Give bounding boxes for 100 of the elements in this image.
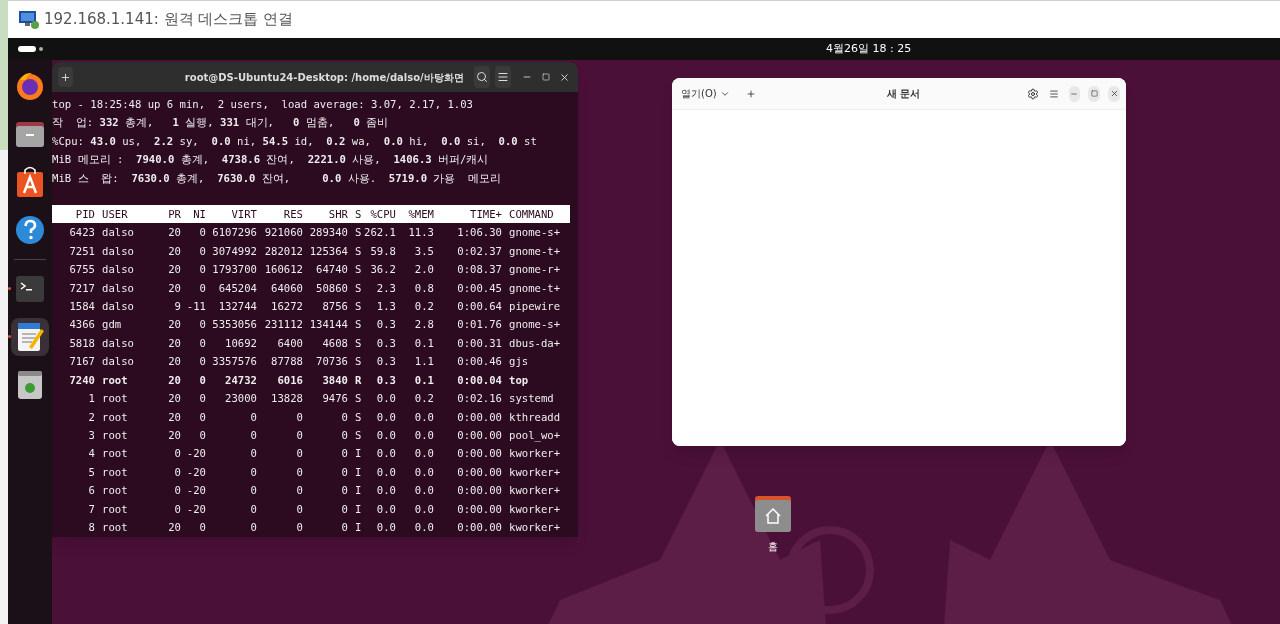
- table-cell-text: 70736: [315, 354, 349, 370]
- menu-icon: [1048, 88, 1059, 99]
- table-cell-text: 0.3: [375, 317, 397, 333]
- table-cell-text: 11.3: [407, 225, 435, 241]
- document-title: 새 문서: [886, 87, 920, 101]
- column-header: %MEM: [407, 207, 435, 223]
- table-cell-text: 282012: [263, 243, 304, 259]
- table-cell-text: 0:00.00: [456, 519, 503, 535]
- table-cell-text: 36.2: [369, 262, 397, 278]
- table-cell-text: -20: [185, 501, 207, 517]
- table-cell-text: 0: [198, 225, 207, 241]
- workspace-indicator[interactable]: [18, 46, 36, 52]
- table-cell-text: 20: [167, 335, 182, 351]
- table-cell-text: 87788: [270, 354, 304, 370]
- table-cell-text: S: [354, 280, 363, 296]
- table-cell-text: 4366: [68, 317, 96, 333]
- column-header: PR: [167, 207, 182, 223]
- table-cell-text: 20: [167, 409, 182, 425]
- menu-button[interactable]: [495, 66, 512, 88]
- table-cell-text: dbus-da+: [508, 335, 562, 351]
- table-cell-text: 0.0: [375, 483, 397, 499]
- table-cell-text: 262.1: [363, 225, 397, 241]
- table-cell-text: 0: [198, 391, 207, 407]
- table-cell-text: 9476: [321, 391, 349, 407]
- table-cell-text: 2.8: [413, 317, 435, 333]
- browser-icon: [14, 70, 46, 102]
- table-cell-text: 1.1: [413, 354, 435, 370]
- running-indicator: [8, 287, 11, 290]
- table-cell-text: root: [101, 519, 129, 535]
- table-cell-text: gjs: [508, 354, 530, 370]
- table-cell-text: 0: [295, 409, 304, 425]
- table-cell-text: pipewire: [508, 299, 562, 315]
- table-cell-text: 0: [249, 409, 258, 425]
- table-cell-text: 0.0: [375, 519, 397, 535]
- table-cell-text: root: [101, 501, 129, 517]
- table-cell-text: 921060: [263, 225, 304, 241]
- table-cell-text: 20: [167, 391, 182, 407]
- table-cell-text: dalso: [101, 354, 135, 370]
- table-cell-text: 0.0: [413, 446, 435, 462]
- table-cell-text: 20: [167, 243, 182, 259]
- table-cell-text: root: [101, 483, 129, 499]
- table-cell-text: 0: [340, 464, 349, 480]
- terminal-summary-line: MiB 메모리 : 7940.0 총계, 4738.6 잔여, 2221.0 사용, 1406.3 버퍼/캐시: [52, 152, 489, 168]
- dock-item[interactable]: [11, 318, 49, 356]
- table-cell-text: 0: [173, 446, 182, 462]
- table-cell-text: 0: [173, 501, 182, 517]
- terminal-summary-line: %Cpu: 43.0 us, 2.2 sy, 0.0 ni, 54.5 id, 0.2 wa, 0.0 hi, 0.0 si, 0.0 st: [52, 133, 537, 149]
- table-cell-text: 6423: [68, 225, 96, 241]
- running-indicator: [8, 335, 11, 338]
- table-cell-text: 16272: [270, 299, 304, 315]
- table-cell-text: 5: [87, 464, 96, 480]
- table-cell-text: 0: [340, 409, 349, 425]
- column-header: TIME+: [469, 207, 503, 223]
- trash-icon: [17, 370, 43, 400]
- table-cell-text: kworker+: [508, 501, 562, 517]
- maximize-icon: [1090, 90, 1098, 97]
- table-cell-text: 0.0: [413, 427, 435, 443]
- table-cell-text: 0: [249, 519, 258, 535]
- table-cell-text: gnome-s+: [508, 225, 562, 241]
- table-cell-text: 6: [87, 483, 96, 499]
- table-cell-text: S: [354, 317, 363, 333]
- table-cell-text: -20: [185, 446, 207, 462]
- table-cell-text: 0.0: [375, 446, 397, 462]
- table-cell-text: dalso: [101, 225, 135, 241]
- table-cell-text: 4608: [321, 335, 349, 351]
- table-cell-text: 0.0: [413, 519, 435, 535]
- table-cell-text: gnome-t+: [508, 280, 562, 296]
- table-cell-text: 0.3: [375, 335, 397, 351]
- table-cell-text: 0.0: [413, 483, 435, 499]
- window-title: 192.168.1.141: 원격 데스크톱 연결: [44, 9, 294, 31]
- table-cell-text: I: [354, 446, 363, 462]
- table-cell-text: 0.2: [413, 391, 435, 407]
- table-cell-text: dalso: [101, 280, 135, 296]
- table-cell-text: gnome-t+: [508, 243, 562, 259]
- table-cell-text: 1:06.30: [456, 225, 503, 241]
- open-button[interactable]: 열기(O): [678, 86, 733, 101]
- table-cell-text: 0:00.00: [456, 483, 503, 499]
- table-cell-text: R: [354, 372, 363, 388]
- table-cell-text: I: [354, 501, 363, 517]
- table-cell-text: I: [354, 464, 363, 480]
- table-cell-text: dalso: [101, 335, 135, 351]
- new-tab-button[interactable]: [58, 67, 73, 87]
- search-button[interactable]: [473, 66, 491, 88]
- table-cell-text: 0: [198, 519, 207, 535]
- home-folder-icon[interactable]: [755, 496, 791, 532]
- table-cell-text: 0: [198, 317, 207, 333]
- table-cell-text: 0: [198, 280, 207, 296]
- table-cell-text: systemd: [508, 391, 555, 407]
- table-cell-text: 0.0: [413, 464, 435, 480]
- clock[interactable]: 4월26일 18 : 25: [826, 40, 912, 58]
- table-cell-text: 2: [87, 409, 96, 425]
- settings-icon: [1026, 87, 1039, 100]
- table-cell-text: 0: [198, 372, 207, 388]
- table-cell-text: S: [354, 262, 363, 278]
- table-cell-text: 6400: [276, 335, 304, 351]
- table-cell-text: root: [101, 427, 129, 443]
- table-cell-text: S: [354, 299, 363, 315]
- close-button[interactable]: [1108, 85, 1120, 102]
- table-cell-text: 0.0: [375, 391, 397, 407]
- table-cell-text: gdm: [101, 317, 123, 333]
